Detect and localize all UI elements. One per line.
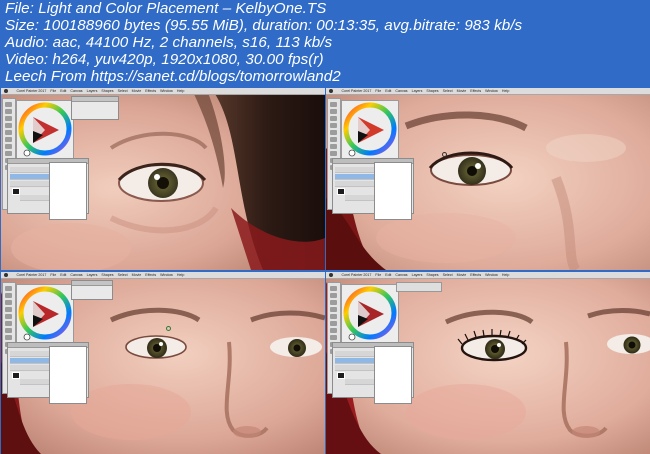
file-name-line: File: Light and Color Placement – KelbyO… — [5, 0, 327, 17]
brush-library-list[interactable] — [49, 346, 87, 404]
apple-icon[interactable] — [4, 89, 8, 93]
app-menu-bar: Corel Painter 2017 File Edit Canvas Layers Sh… — [326, 88, 650, 95]
file-size-line: Size: 100188960 bytes (95.55 MiB), durat… — [5, 17, 523, 34]
media-info-header: File: Light and Color Placement – KelbyO… — [5, 0, 645, 85]
color-wheel-panel[interactable] — [16, 284, 74, 346]
color-wheel-icon — [18, 102, 72, 157]
audio-info-line: Audio: aac, 44100 Hz, 2 channels, s16, 1… — [5, 34, 333, 51]
thumbnail-3[interactable]: Corel Painter 2017 File Edit Canvas Layers Sh… — [1, 272, 325, 454]
property-bar-panel[interactable] — [71, 96, 119, 120]
color-wheel-icon — [18, 286, 72, 341]
brush-selector-bar[interactable] — [396, 282, 442, 292]
brush-cursor-icon — [442, 152, 447, 157]
brush-library-list[interactable] — [374, 346, 412, 404]
brush-library-list[interactable] — [374, 162, 412, 220]
brush-cursor-icon — [166, 326, 171, 331]
apple-icon[interactable] — [329, 273, 333, 277]
app-menu-bar: Corel Painter 2017 File Edit Canvas Layers Sh… — [326, 272, 650, 279]
source-link-line: Leech From https://sanet.cd/blogs/tomorr… — [5, 68, 341, 85]
property-bar-panel[interactable] — [71, 280, 113, 300]
thumbnail-1[interactable]: Corel Painter 2017 File Edit Canvas Layers Sh… — [1, 88, 325, 270]
apple-icon[interactable] — [4, 273, 8, 277]
app-menu-bar: Corel Painter 2017 File Edit Canvas Layers Sh… — [1, 272, 325, 279]
thumbnail-4[interactable]: Corel Painter 2017 File Edit Canvas Layers Sh… — [326, 272, 650, 454]
app-menu-bar: Corel Painter 2017 File Edit Canvas Layers Sh… — [1, 88, 325, 95]
thumbnail-2[interactable]: Corel Painter 2017 File Edit Canvas Layers Sh… — [326, 88, 650, 270]
contact-sheet: File: Light and Color Placement – KelbyO… — [0, 0, 650, 454]
color-wheel-panel[interactable] — [341, 100, 399, 162]
color-wheel-panel[interactable] — [16, 100, 74, 162]
brush-library-list[interactable] — [49, 162, 87, 220]
color-wheel-icon — [343, 286, 397, 341]
apple-icon[interactable] — [329, 89, 333, 93]
color-wheel-panel[interactable] — [341, 284, 399, 346]
video-info-line: Video: h264, yuv420p, 1920x1080, 30.00 f… — [5, 51, 324, 68]
color-wheel-icon — [343, 102, 397, 157]
